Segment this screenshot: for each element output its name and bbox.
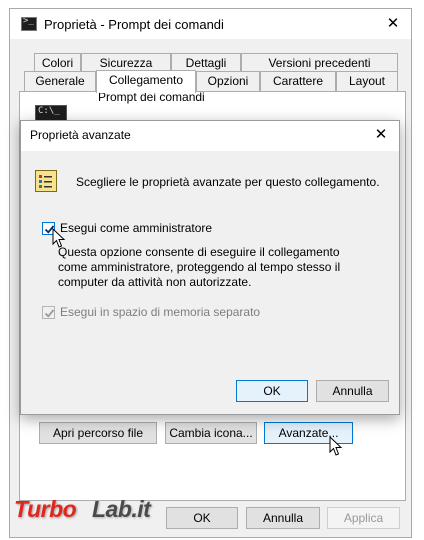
tab-generale[interactable]: Generale (24, 71, 96, 91)
tab-colori[interactable]: Colori (34, 53, 81, 73)
window-title: Proprietà - Prompt dei comandi (44, 17, 224, 32)
watermark-logo-part2: Lab.it (92, 496, 151, 522)
tab-opzioni[interactable]: Opzioni (196, 71, 260, 91)
run-as-admin-description: Questa opzione consente di eseguire il c… (58, 245, 341, 289)
properties-sheet-icon (35, 170, 57, 192)
window-titlebar[interactable]: >_ Proprietà - Prompt dei comandi ✕ (10, 9, 411, 39)
tab-collegamento[interactable]: Collegamento (96, 70, 196, 93)
mouse-cursor-icon (329, 436, 343, 456)
ok-button[interactable]: OK (166, 507, 238, 529)
open-file-location-button[interactable]: Apri percorso file (39, 422, 157, 444)
close-icon[interactable]: ✕ (370, 125, 392, 145)
dialog-header-text: Scegliere le proprietà avanzate per ques… (76, 175, 380, 189)
watermark-logo-part1: Turbo (14, 496, 77, 522)
advanced-properties-dialog: Proprietà avanzate ✕ Scegliere le propri… (20, 120, 400, 415)
separate-memory-label: Esegui in spazio di memoria separato (60, 305, 261, 319)
tab-carattere[interactable]: Carattere (260, 71, 336, 91)
tab-layout[interactable]: Layout (336, 71, 398, 91)
dialog-cancel-button[interactable]: Annulla (316, 380, 389, 402)
cancel-button[interactable]: Annulla (246, 507, 320, 529)
tab-versioni-precedenti[interactable]: Versioni precedenti (241, 53, 398, 73)
dialog-ok-button[interactable]: OK (236, 380, 308, 402)
close-icon[interactable]: ✕ (382, 14, 404, 34)
apply-button[interactable]: Applica (327, 507, 400, 529)
change-icon-button[interactable]: Cambia icona... (165, 422, 257, 444)
separate-memory-checkbox[interactable] (42, 306, 55, 319)
cmd-app-icon: >_ (21, 16, 37, 31)
run-as-admin-label[interactable]: Esegui come amministratore (60, 221, 212, 235)
dialog-titlebar[interactable]: Proprietà avanzate ✕ (21, 121, 399, 151)
dialog-title: Proprietà avanzate (30, 128, 131, 142)
